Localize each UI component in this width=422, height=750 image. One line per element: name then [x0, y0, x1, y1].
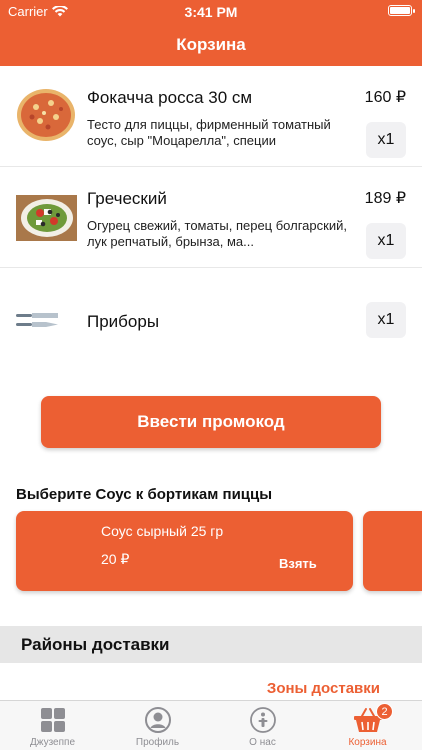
item-description: Тесто для пиццы, фирменный томатный соус…	[87, 117, 331, 148]
quantity-button[interactable]: x1	[366, 122, 406, 158]
item-description: Огурец свежий, томаты, перец болгарский,…	[87, 218, 347, 249]
cart-item[interactable]: Приборы x1	[0, 268, 422, 370]
sauce-section-heading: Выберите Соус к бортикам пиццы	[16, 486, 273, 503]
sauce-card-partial[interactable]	[363, 511, 422, 591]
page-title: Корзина	[176, 35, 246, 54]
item-name: Фокачча росса 30 см	[87, 88, 253, 107]
item-price: 160 ₽	[364, 89, 406, 106]
tab-bar: Джузеппе Профиль О нас 2 Корзина	[0, 700, 422, 750]
item-price: 189 ₽	[364, 190, 406, 207]
sauce-name: Соус сырный 25 гр	[101, 523, 224, 539]
cart-item[interactable]: Греческий Огурец свежий, томаты, перец б…	[0, 167, 422, 268]
tab-home[interactable]: Джузеппе	[0, 701, 105, 750]
salad-image	[16, 195, 77, 241]
districts-title: Районы доставки	[21, 635, 170, 654]
cutlery-icon	[16, 313, 58, 327]
profile-icon	[144, 707, 171, 733]
tab-cart[interactable]: 2 Корзина	[315, 701, 420, 750]
cart-badge: 2	[376, 703, 393, 720]
tab-about[interactable]: О нас	[210, 701, 315, 750]
promo-code-button[interactable]: Ввести промокод	[41, 396, 381, 448]
tab-label: Профиль	[135, 737, 180, 748]
tab-profile[interactable]: Профиль	[105, 701, 210, 750]
item-name: Греческий	[87, 189, 167, 208]
status-bar: Carrier 3:41 PM	[0, 0, 422, 22]
info-icon	[249, 707, 276, 733]
delivery-districts-section: Районы доставки	[0, 626, 422, 663]
navigation-header: Carrier 3:41 PM Корзина	[0, 0, 422, 66]
sauce-price: 20 ₽	[101, 551, 130, 567]
cart-item[interactable]: Фокачча росса 30 см Тесто для пиццы, фир…	[0, 66, 422, 167]
battery-icon	[388, 5, 415, 16]
grid-icon	[40, 708, 65, 732]
pizza-image	[17, 89, 75, 141]
item-name: Приборы	[87, 312, 160, 331]
take-button[interactable]: Взять	[279, 556, 317, 571]
delivery-zones-link[interactable]: Зоны доставки	[267, 680, 380, 697]
quantity-button[interactable]: x1	[366, 223, 406, 259]
status-time: 3:41 PM	[184, 4, 238, 20]
sauce-card[interactable]: Соус сырный 25 гр 20 ₽ Взять	[16, 511, 353, 591]
tab-label: О нас	[249, 737, 276, 748]
tab-label: Корзина	[348, 737, 387, 748]
quantity-button[interactable]: x1	[366, 302, 406, 338]
tab-label: Джузеппе	[30, 737, 75, 748]
